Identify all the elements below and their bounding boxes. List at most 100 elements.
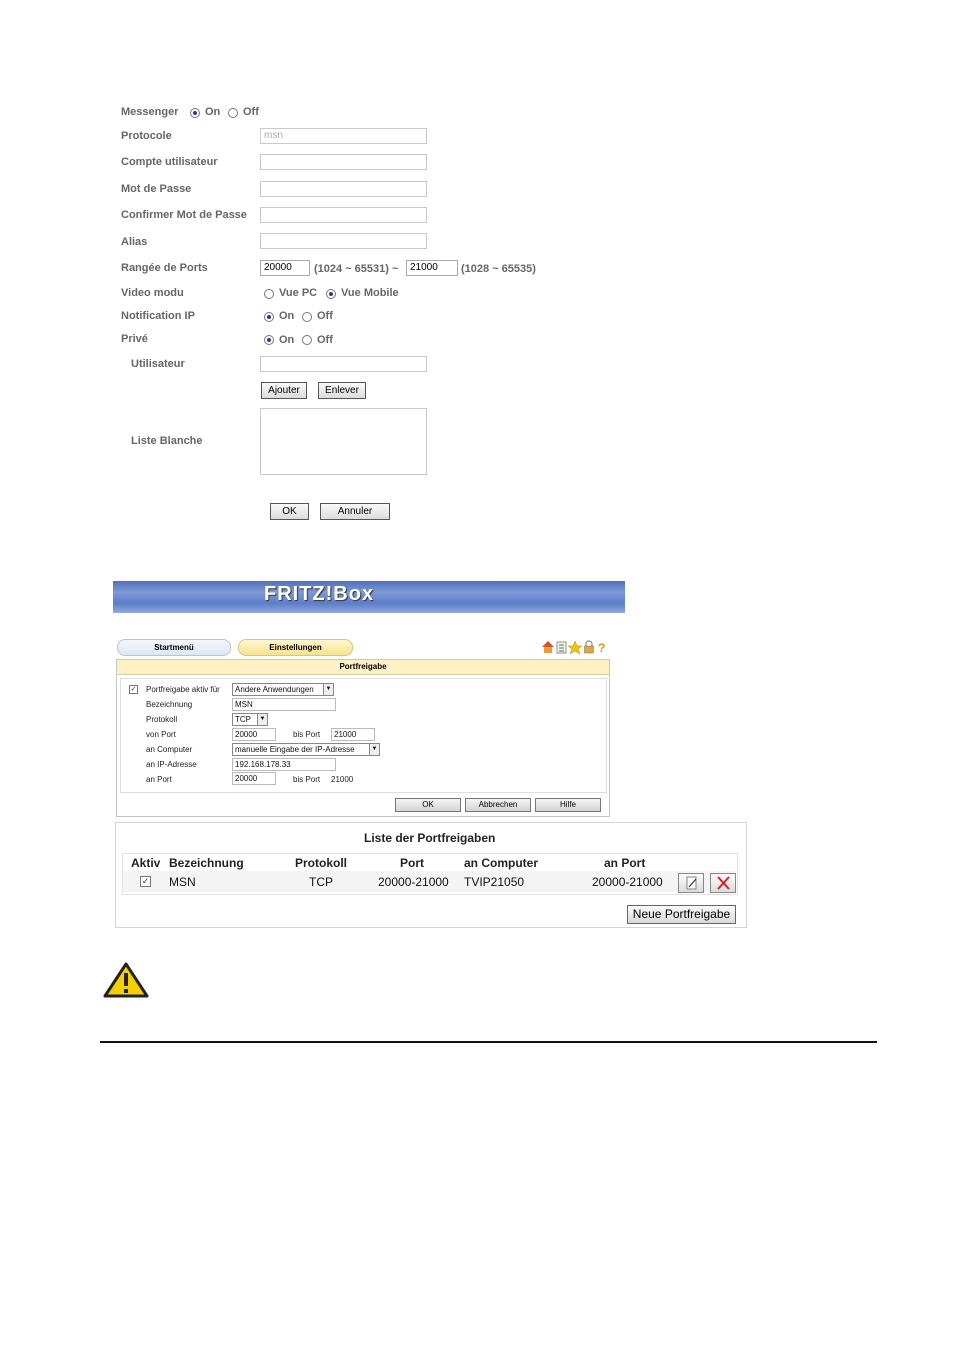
video-mobile-radio[interactable] bbox=[326, 289, 336, 299]
an-ip-adresse-label: an IP-Adresse bbox=[146, 760, 197, 769]
prive-on-radio[interactable] bbox=[264, 335, 274, 345]
an-bis-port-label: bis Port bbox=[293, 775, 321, 784]
notification-off-radio[interactable] bbox=[302, 312, 312, 322]
utilisateur-input[interactable] bbox=[260, 356, 427, 372]
notification-on-label: On bbox=[279, 310, 295, 322]
messenger-label: Messenger bbox=[121, 106, 179, 118]
sitemap-icon[interactable] bbox=[556, 641, 567, 654]
portfreigabe-select-value: Andere Anwendungen bbox=[235, 685, 314, 694]
prive-off-label: Off bbox=[317, 334, 333, 346]
video-mode-label: Video modu bbox=[121, 287, 184, 299]
delete-icon bbox=[717, 876, 730, 890]
row-bezeichnung: MSN bbox=[169, 875, 196, 889]
col-header-protokoll: Protokoll bbox=[295, 856, 348, 870]
notification-ip-label: Notification IP bbox=[121, 310, 195, 322]
confirmer-mot-de-passe-input[interactable] bbox=[260, 207, 427, 223]
ajouter-button[interactable]: Ajouter bbox=[261, 382, 307, 399]
col-header-aktiv: Aktiv bbox=[131, 856, 161, 870]
video-pc-label: Vue PC bbox=[279, 287, 318, 299]
chevron-down-icon: ▼ bbox=[257, 714, 267, 725]
liste-blanche-box[interactable] bbox=[260, 408, 427, 475]
prive-label: Privé bbox=[121, 333, 148, 345]
bis-port-label: bis Port bbox=[293, 730, 321, 739]
fritzbox-hilfe-button[interactable]: Hilfe bbox=[535, 798, 601, 812]
warning-icon bbox=[103, 962, 149, 998]
col-header-bezeichnung: Bezeichnung bbox=[169, 856, 244, 870]
bezeichnung-input[interactable]: MSN bbox=[232, 698, 336, 711]
tab-einstellungen[interactable]: Einstellungen bbox=[238, 639, 353, 656]
portfreigaben-list-panel: Liste der Portfreigaben Aktiv Bezeichnun… bbox=[115, 822, 747, 928]
video-pc-radio[interactable] bbox=[264, 289, 274, 299]
mot-de-passe-input[interactable] bbox=[260, 181, 427, 197]
row-protokoll: TCP bbox=[309, 875, 333, 889]
enlever-button[interactable]: Enlever bbox=[318, 382, 366, 399]
col-header-port: Port bbox=[400, 856, 424, 870]
confirmer-mot-de-passe-label: Confirmer Mot de Passe bbox=[121, 209, 247, 221]
neue-portfreigabe-button[interactable]: Neue Portfreigabe bbox=[627, 905, 736, 924]
port-to-input[interactable]: 21000 bbox=[406, 260, 458, 276]
von-port-label: von Port bbox=[146, 730, 176, 739]
portfreigabe-title: Portfreigabe bbox=[117, 660, 609, 675]
alias-label: Alias bbox=[121, 236, 148, 248]
bezeichnung-label: Bezeichnung bbox=[146, 700, 193, 709]
lock-icon[interactable] bbox=[584, 640, 594, 654]
protocole-input[interactable]: msn bbox=[260, 128, 427, 144]
fritzbox-logo: FRITZ!Box bbox=[264, 583, 375, 605]
liste-blanche-label: Liste Blanche bbox=[131, 435, 203, 447]
fritzbox-ok-button[interactable]: OK bbox=[395, 798, 461, 812]
an-bis-port-value: 21000 bbox=[331, 775, 354, 784]
compte-utilisateur-label: Compte utilisateur bbox=[121, 156, 218, 168]
help-icon[interactable]: ? bbox=[598, 641, 605, 654]
protokoll-select-value: TCP bbox=[235, 715, 251, 724]
an-port-label: an Port bbox=[146, 775, 172, 784]
alias-input[interactable] bbox=[260, 233, 427, 249]
home-icon[interactable] bbox=[542, 641, 554, 653]
prive-on-label: On bbox=[279, 334, 295, 346]
an-ip-adresse-input[interactable]: 192.168.178.33 bbox=[232, 758, 336, 771]
port-to-range: (1028 ~ 65535) bbox=[461, 263, 536, 275]
fritzbox-header: FRITZ!Box bbox=[113, 581, 625, 613]
video-mobile-label: Vue Mobile bbox=[341, 287, 399, 299]
portfreigabe-aktiv-label: Portfreigabe aktiv für bbox=[146, 685, 220, 694]
delete-button[interactable] bbox=[710, 873, 736, 893]
messenger-off-radio[interactable] bbox=[228, 108, 238, 118]
prive-off-radio[interactable] bbox=[302, 335, 312, 345]
messenger-on-radio[interactable] bbox=[190, 108, 200, 118]
an-port-input[interactable]: 20000 bbox=[232, 772, 276, 785]
port-range-label: Rangée de Ports bbox=[121, 262, 208, 274]
an-computer-select[interactable]: manuelle Eingabe der IP-Adresse ▼ bbox=[232, 743, 380, 756]
an-computer-select-value: manuelle Eingabe der IP-Adresse bbox=[235, 745, 355, 754]
divider bbox=[100, 1041, 877, 1043]
svg-text:?: ? bbox=[598, 641, 605, 654]
protokoll-select[interactable]: TCP ▼ bbox=[232, 713, 268, 726]
messenger-off-label: Off bbox=[243, 106, 259, 118]
bis-port-input[interactable]: 21000 bbox=[331, 728, 375, 741]
portfreigabe-select[interactable]: Andere Anwendungen ▼ bbox=[232, 683, 334, 696]
notification-off-label: Off bbox=[317, 310, 333, 322]
notification-on-radio[interactable] bbox=[264, 312, 274, 322]
star-icon[interactable] bbox=[567, 640, 583, 654]
ok-button[interactable]: OK bbox=[270, 503, 309, 520]
annuler-button[interactable]: Annuler bbox=[320, 503, 390, 520]
compte-utilisateur-input[interactable] bbox=[260, 154, 427, 170]
tab-startmenu[interactable]: Startmenü bbox=[117, 639, 231, 656]
edit-button[interactable] bbox=[678, 873, 704, 893]
port-from-range: (1024 ~ 65531) ~ bbox=[314, 263, 399, 275]
row-port: 20000-21000 bbox=[378, 875, 449, 889]
portfreigabe-panel: Portfreigabe ✓ Portfreigabe aktiv für An… bbox=[116, 659, 610, 817]
port-from-input[interactable]: 20000 bbox=[260, 260, 310, 276]
edit-icon bbox=[686, 876, 697, 890]
fritzbox-toolbar: ? bbox=[542, 640, 605, 654]
portfreigabe-checkbox[interactable]: ✓ bbox=[129, 685, 138, 694]
von-port-input[interactable]: 20000 bbox=[232, 728, 276, 741]
portfreigaben-list-title: Liste der Portfreigaben bbox=[364, 831, 496, 845]
row-aktiv-checkbox[interactable]: ✓ bbox=[140, 876, 151, 887]
fritzbox-abbrechen-button[interactable]: Abbrechen bbox=[465, 798, 531, 812]
protocole-label: Protocole bbox=[121, 130, 172, 142]
row-an-port: 20000-21000 bbox=[592, 875, 663, 889]
col-header-an-port: an Port bbox=[604, 856, 646, 870]
row-an-computer: TVIP21050 bbox=[464, 875, 525, 889]
chevron-down-icon: ▼ bbox=[323, 684, 333, 695]
protokoll-label: Protokoll bbox=[146, 715, 178, 724]
messenger-on-label: On bbox=[205, 106, 221, 118]
